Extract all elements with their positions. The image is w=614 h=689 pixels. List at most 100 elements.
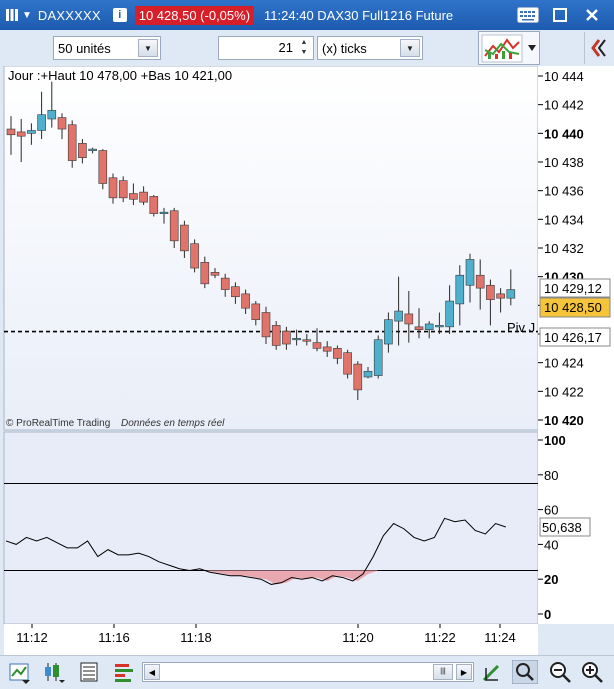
time-tick-label: 11:18 (180, 630, 212, 645)
candle-body (251, 303, 261, 320)
candle-body (149, 196, 159, 214)
candle-body (292, 337, 301, 341)
copyright-text: © ProRealTime Trading (6, 418, 110, 429)
symbol-name[interactable]: DAXXXXX (38, 8, 101, 23)
zoom-cursor-icon[interactable] (512, 660, 538, 684)
chart-type-button[interactable] (478, 31, 540, 65)
price-header: Jour :+Haut 10 478,00 +Bas 10 421,00 (8, 68, 232, 83)
candle-body (363, 370, 373, 378)
close-icon[interactable] (580, 5, 604, 25)
time-tick-label: 11:20 (342, 630, 374, 645)
price-tick-label: 10 442 (544, 98, 584, 113)
candle-body (190, 243, 199, 269)
candle-body (180, 224, 189, 252)
candle-body (445, 300, 454, 328)
candle-body (394, 310, 403, 322)
zoom-out-icon[interactable] (548, 660, 572, 684)
candle-body (57, 117, 67, 130)
chart-type-icon (481, 34, 536, 63)
price-tick-label: 10 424 (544, 356, 584, 371)
drawing-tools-icon[interactable] (480, 660, 504, 684)
pivot-price-label: 10 426,17 (544, 330, 602, 345)
candle-body (67, 124, 77, 161)
price-tick-label: 10 422 (544, 384, 584, 399)
candle-body (353, 363, 363, 391)
stepper-down-icon[interactable]: ▼ (296, 48, 312, 58)
candle-body (16, 131, 26, 137)
candle-body (506, 289, 516, 299)
candle-body (465, 259, 475, 286)
chevron-down-icon[interactable]: ▼ (138, 39, 158, 57)
last-quote: 10 428,50 (-0,05%) (134, 5, 255, 25)
zoom-in-icon[interactable] (580, 660, 604, 684)
pivot-label: Piv J (507, 320, 535, 335)
candle-body (435, 325, 444, 328)
chart-toolbar: 50 unités ▼ 21 ▲ ▼ (x) ticks ▼ (0, 30, 614, 66)
candle-body (404, 313, 414, 325)
period-unit-value: (x) ticks (322, 40, 367, 56)
scroll-thumb[interactable]: ||| (433, 664, 453, 680)
candle-body (27, 130, 36, 134)
candle-body (37, 114, 46, 131)
last-price-label: 10 428,50 (544, 300, 602, 315)
candle-body (220, 277, 230, 290)
candle-body (312, 342, 322, 349)
price-tick-label: 10 444 (544, 69, 584, 84)
candle-body (169, 210, 179, 242)
candle-body (129, 193, 138, 200)
title-bar: ▼ DAXXXXX i 10 428,50 (-0,05%) 11:24:40 … (0, 0, 614, 30)
oscillator-tick-label: 40 (544, 537, 558, 552)
candle-body (159, 211, 169, 214)
chevron-down-icon[interactable]: ▼ (400, 39, 420, 57)
oscillator-tick-label: 20 (544, 572, 558, 587)
time-tick-label: 11:24 (484, 630, 516, 645)
maximize-icon[interactable] (548, 5, 572, 25)
high-price-label: 10 429,12 (544, 281, 602, 296)
info-icon[interactable]: i (112, 8, 127, 22)
candle-body (261, 312, 271, 338)
time-axis[interactable] (4, 624, 538, 655)
candle-body (118, 180, 128, 199)
time-tick-label: 11:16 (98, 630, 130, 645)
volume-profile-icon[interactable] (112, 660, 136, 684)
table-list-icon[interactable] (78, 660, 102, 684)
price-tick-label: 10 432 (544, 241, 584, 256)
side-panel-toggle[interactable] (584, 32, 612, 64)
keyboard-icon[interactable] (516, 5, 540, 25)
candle-body (210, 272, 220, 276)
price-tick-label: 10 420 (544, 413, 584, 428)
price-panel[interactable] (3, 65, 539, 431)
candle-body (424, 323, 434, 331)
chevron-down-icon[interactable]: ▼ (22, 10, 32, 21)
candle-body (475, 274, 485, 289)
units-select[interactable]: 50 unités ▼ (53, 36, 161, 60)
time-scrollbar[interactable]: ◀ ||| ▶ (142, 662, 474, 682)
candle-body (343, 352, 352, 375)
candle-body (98, 150, 108, 184)
oscillator-value: 50,638 (542, 520, 582, 535)
stepper-up-icon[interactable]: ▲ (296, 38, 312, 48)
candlestick-style-icon[interactable] (42, 660, 66, 684)
candle-body (455, 274, 465, 305)
oscillator-panel[interactable] (3, 431, 539, 625)
period-unit-select[interactable]: (x) ticks ▼ (317, 36, 423, 60)
candle-body (486, 284, 495, 300)
settings-icon[interactable] (6, 8, 18, 22)
candle-body (322, 346, 332, 352)
realtime-text: Données en temps réel (121, 418, 225, 429)
period-stepper[interactable]: 21 ▲ ▼ (218, 36, 314, 60)
period-value: 21 (278, 40, 293, 55)
candle-body (88, 148, 97, 151)
time-tick-label: 11:22 (424, 630, 456, 645)
scroll-left-icon[interactable]: ◀ (144, 664, 160, 680)
instrument-description: 11:24:40 DAX30 Full1216 Future (264, 7, 454, 23)
chart-svg[interactable]: 10 444 10 442 10 440 10 438 10 436 10 434 10 4… (0, 65, 614, 655)
candle-body (271, 325, 281, 346)
indicator-add-icon[interactable] (8, 660, 32, 684)
candle-body (373, 339, 383, 376)
price-tick-label: 10 436 (544, 184, 584, 199)
chart-area[interactable]: 10 444 10 442 10 440 10 438 10 436 10 434 10 4… (0, 65, 614, 655)
oscillator-tick-label: 100 (544, 433, 566, 448)
candle-body (302, 339, 312, 342)
scroll-right-icon[interactable]: ▶ (456, 664, 472, 680)
